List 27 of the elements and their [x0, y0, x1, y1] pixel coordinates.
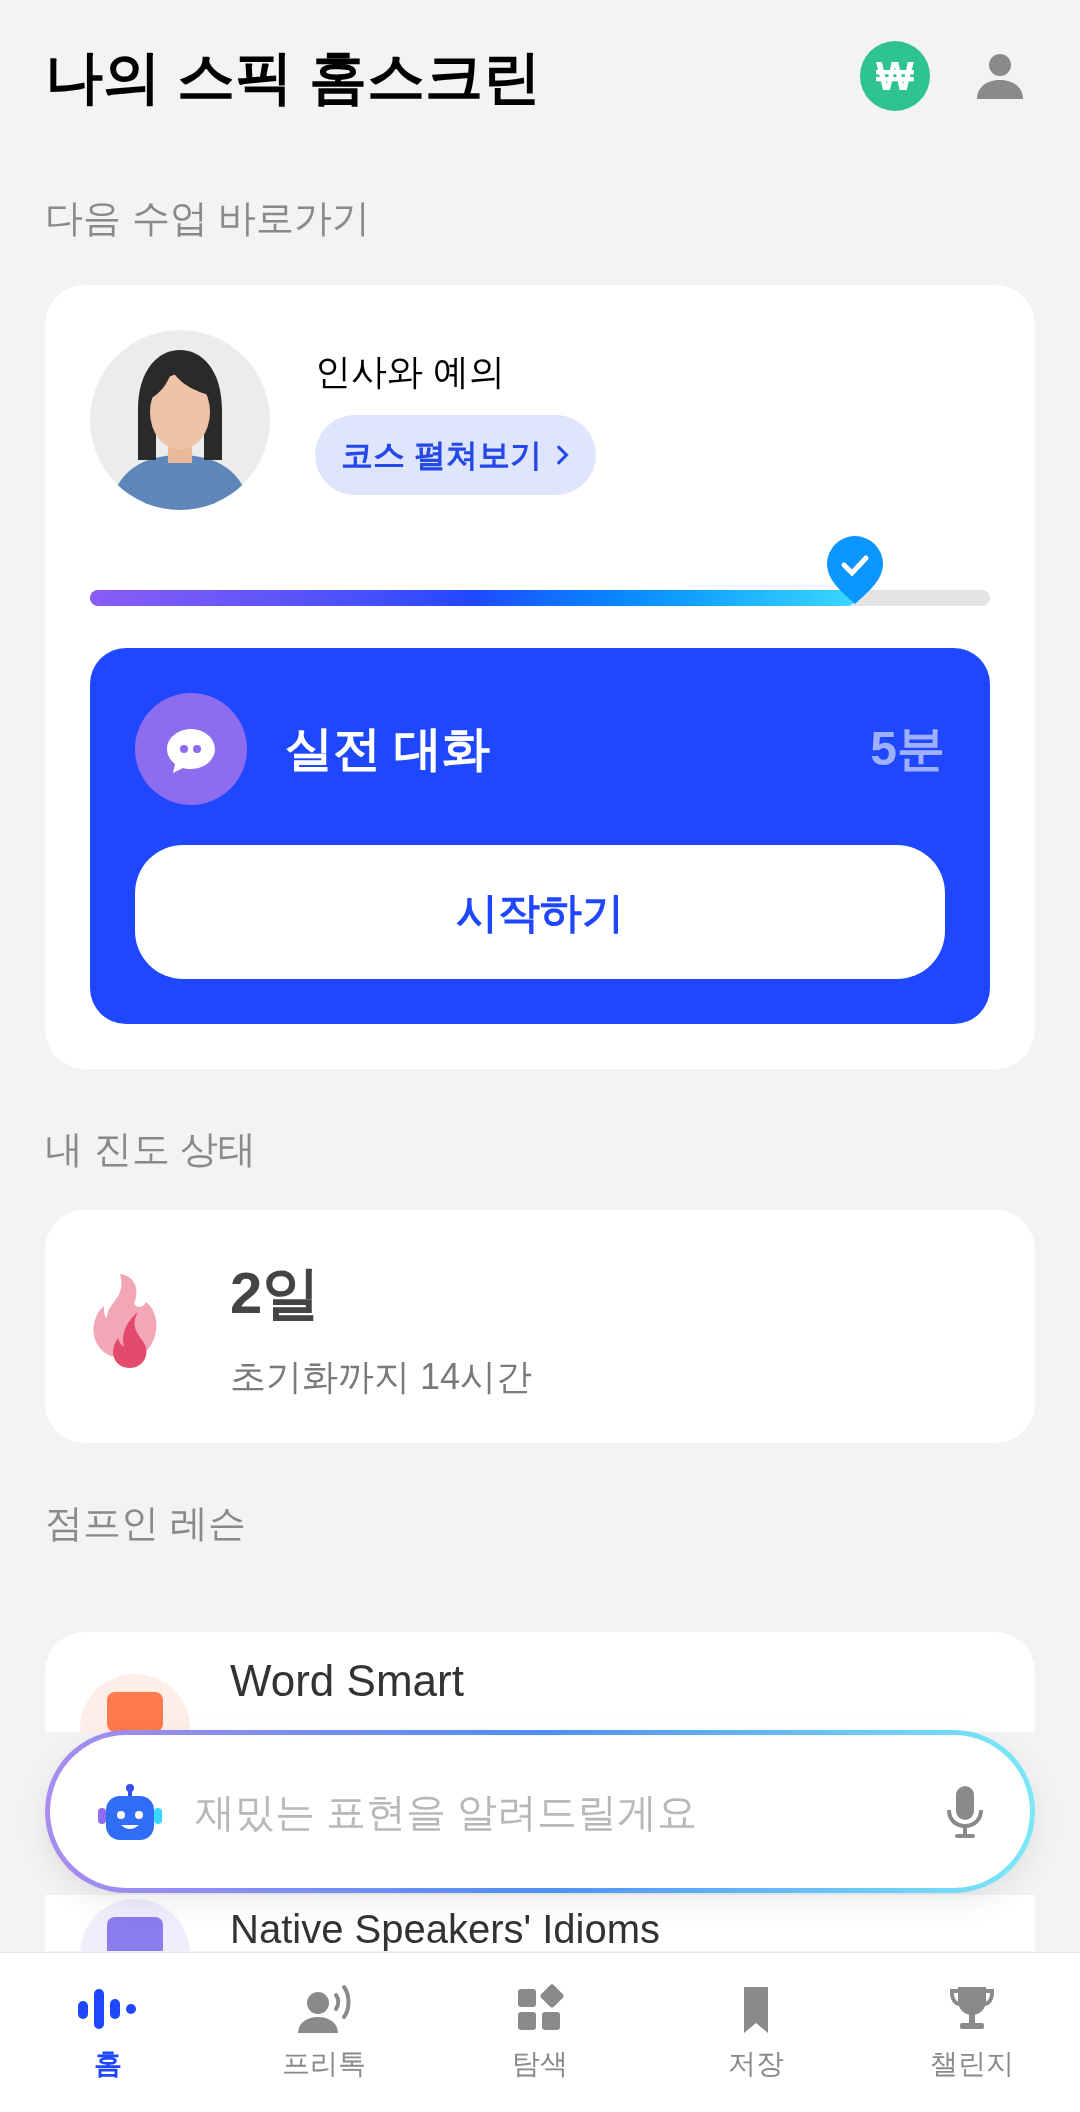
- duration-label: 5분: [870, 721, 945, 777]
- quote-bubble-icon: [135, 693, 247, 805]
- nav-tab[interactable]: 탐색: [432, 1953, 648, 2112]
- reset-note: 초기화까지 14시간: [230, 1355, 533, 1399]
- nav-tab[interactable]: 홈: [0, 1953, 216, 2112]
- page-title: 나의 스픽 홈스크린: [45, 42, 542, 111]
- profile-icon[interactable]: [975, 51, 1025, 101]
- input-field[interactable]: 재밌는 표현을 알려드릴게요: [195, 1781, 915, 1842]
- streak-days: 2일: [230, 1249, 533, 1336]
- nav-tab[interactable]: 프리톡: [216, 1953, 432, 2112]
- start-button[interactable]: 시작하기: [135, 845, 945, 979]
- nav-tab[interactable]: 챌린지: [864, 1953, 1080, 2112]
- lesson-row[interactable]: Word Smart: [45, 1632, 1035, 1732]
- section-title: 내 진도 상태: [45, 1127, 258, 1172]
- microphone-icon[interactable]: [945, 1783, 985, 1840]
- activity-title: 실전 대화: [285, 721, 491, 777]
- chevron-right-icon: [555, 444, 570, 466]
- lesson-row[interactable]: Native Speakers' Idioms: [45, 1895, 1035, 1951]
- section-title: 점프인 레슨: [45, 1501, 247, 1546]
- lesson-title: Word Smart: [230, 1655, 464, 1707]
- course-expand-button[interactable]: 코스 펼쳐보기: [315, 415, 596, 495]
- robot-icon: [95, 1781, 165, 1842]
- checkpoint-pin-icon: [825, 534, 885, 606]
- nav-tab[interactable]: 저장: [648, 1953, 864, 2112]
- course-title: 인사와 예의: [315, 350, 505, 394]
- lesson-title: Native Speakers' Idioms: [230, 1906, 661, 1951]
- section-title: 다음 수업 바로가기: [45, 196, 372, 241]
